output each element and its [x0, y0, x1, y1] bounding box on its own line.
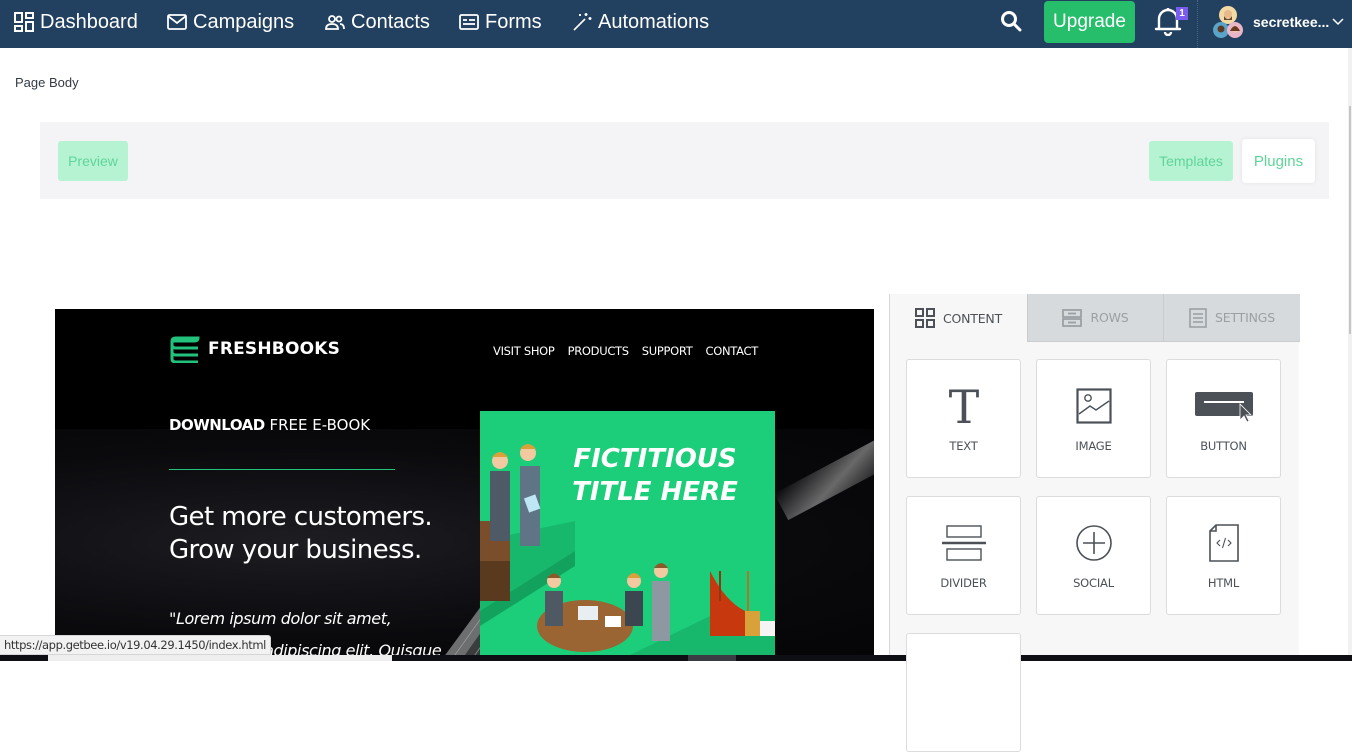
page-body-label: Page Body: [15, 75, 79, 90]
dashboard-icon: [14, 12, 34, 32]
block-html-label: HTML: [1207, 576, 1240, 590]
nav-forms[interactable]: Forms: [459, 0, 542, 44]
templates-button[interactable]: Templates: [1149, 141, 1233, 181]
button-icon: [1194, 392, 1253, 423]
block-text-label: TEXT: [949, 439, 978, 453]
headline-line-2: Grow your business.: [169, 535, 422, 565]
block-image[interactable]: IMAGE: [1036, 359, 1151, 478]
quote-line-1: "Lorem ipsum dolor sit amet,: [169, 609, 392, 628]
builder-side-panel: CONTENT ROWS SETTINGS T TEXT IMAGE BUTTO…: [889, 294, 1300, 752]
ebook-heading-rest: FREE E-BOOK: [264, 416, 371, 434]
bottom-strip: [0, 655, 1352, 661]
nav-automations-label: Automations: [598, 10, 710, 33]
tab-content[interactable]: CONTENT: [890, 294, 1027, 342]
contacts-icon: [325, 15, 345, 30]
nav-dashboard[interactable]: Dashboard: [14, 0, 138, 44]
block-image-label: IMAGE: [1075, 439, 1112, 453]
upgrade-button[interactable]: Upgrade: [1044, 1, 1135, 43]
email-nav-contact[interactable]: CONTACT: [706, 344, 759, 358]
ebook-title: FICTITIOUS TITLE HERE: [540, 443, 770, 509]
nav-automations[interactable]: Automations: [572, 0, 709, 44]
email-nav-visit-shop[interactable]: VISIT SHOP: [493, 344, 555, 358]
divider-icon: [941, 525, 986, 561]
user-menu[interactable]: secretkee...: [1213, 4, 1344, 40]
notification-badge: 1: [1176, 7, 1188, 20]
username-label: secretkee...: [1253, 14, 1330, 30]
image-icon: [1075, 388, 1112, 424]
notifications-button[interactable]: 1: [1154, 6, 1188, 38]
email-preview-canvas[interactable]: FRESHBOOKS VISIT SHOP PRODUCTS SUPPORT C…: [55, 309, 874, 655]
tab-settings-label: SETTINGS: [1215, 310, 1275, 325]
page-scrollbar[interactable]: [1348, 48, 1352, 661]
block-social[interactable]: SOCIAL: [1036, 496, 1151, 615]
nav-campaigns-label: Campaigns: [193, 10, 295, 33]
nav-divider: [1197, 0, 1198, 48]
block-social-label: SOCIAL: [1073, 576, 1114, 590]
nav-contacts[interactable]: Contacts: [325, 0, 430, 44]
block-button-label: BUTTON: [1200, 439, 1247, 453]
tab-content-label: CONTENT: [942, 310, 1003, 326]
bottom-strip-light: [48, 655, 392, 661]
block-button[interactable]: BUTTON: [1166, 359, 1281, 478]
tab-rows-label: ROWS: [1090, 310, 1129, 325]
link-status-url: https://app.getbee.io/v19.04.29.1450/ind…: [0, 635, 271, 655]
envelope-icon: [167, 14, 187, 30]
block-partial[interactable]: [906, 633, 1021, 752]
svg-text:T: T: [948, 385, 979, 427]
html-file-icon: [1208, 524, 1239, 562]
form-icon: [459, 14, 479, 30]
nav-forms-label: Forms: [485, 10, 542, 33]
nav-campaigns[interactable]: Campaigns: [167, 0, 294, 44]
preview-button[interactable]: Preview: [58, 141, 128, 181]
search-button[interactable]: [1000, 10, 1024, 34]
brand-name: FRESHBOOKS: [208, 339, 341, 359]
text-icon: T: [948, 385, 979, 427]
scrollbar-thumb[interactable]: [1349, 106, 1351, 334]
grid-icon: [914, 308, 935, 328]
search-icon: [1001, 11, 1022, 32]
ebook-heading: DOWNLOAD FREE E-BOOK: [169, 416, 370, 434]
ebook-heading-bold: DOWNLOAD: [169, 416, 265, 434]
bottom-strip-mid: [688, 655, 736, 661]
email-nav-support[interactable]: SUPPORT: [642, 344, 693, 358]
rows-icon: [1062, 308, 1083, 327]
editor-toolbar: Preview Templates Plugins: [40, 122, 1329, 199]
books-stack-icon: [170, 336, 200, 363]
top-navigation-bar: Dashboard Campaigns Contacts Forms Autom…: [0, 0, 1352, 48]
block-html[interactable]: HTML: [1166, 496, 1281, 615]
plugins-button[interactable]: Plugins: [1242, 139, 1315, 183]
avatar-group-icon: [1213, 6, 1243, 38]
headline-line-1: Get more customers.: [169, 502, 433, 532]
freshbooks-logo[interactable]: FRESHBOOKS: [169, 335, 340, 363]
accent-divider: [169, 469, 395, 470]
block-divider-label: DIVIDER: [940, 576, 987, 590]
settings-doc-icon: [1189, 307, 1207, 328]
ebook-cover-image[interactable]: FICTITIOUS TITLE HERE: [480, 411, 775, 655]
chevron-down-icon: [1332, 18, 1344, 26]
hero-headline: Get more customers. Grow your business.: [169, 501, 433, 567]
tab-rows[interactable]: ROWS: [1027, 294, 1163, 342]
ebook-title-line-1: FICTITIOUS: [573, 444, 737, 474]
ebook-title-line-2: TITLE HERE: [572, 477, 738, 507]
tab-settings[interactable]: SETTINGS: [1163, 294, 1300, 342]
email-nav-products[interactable]: PRODUCTS: [568, 344, 630, 358]
social-plus-icon: [1075, 525, 1112, 561]
nav-contacts-label: Contacts: [351, 10, 430, 33]
block-text[interactable]: T TEXT: [906, 359, 1021, 478]
nav-dashboard-label: Dashboard: [40, 10, 138, 33]
magic-wand-icon: [573, 13, 592, 31]
block-divider[interactable]: DIVIDER: [906, 496, 1021, 615]
email-nav: VISIT SHOP PRODUCTS SUPPORT CONTACT: [493, 344, 771, 358]
